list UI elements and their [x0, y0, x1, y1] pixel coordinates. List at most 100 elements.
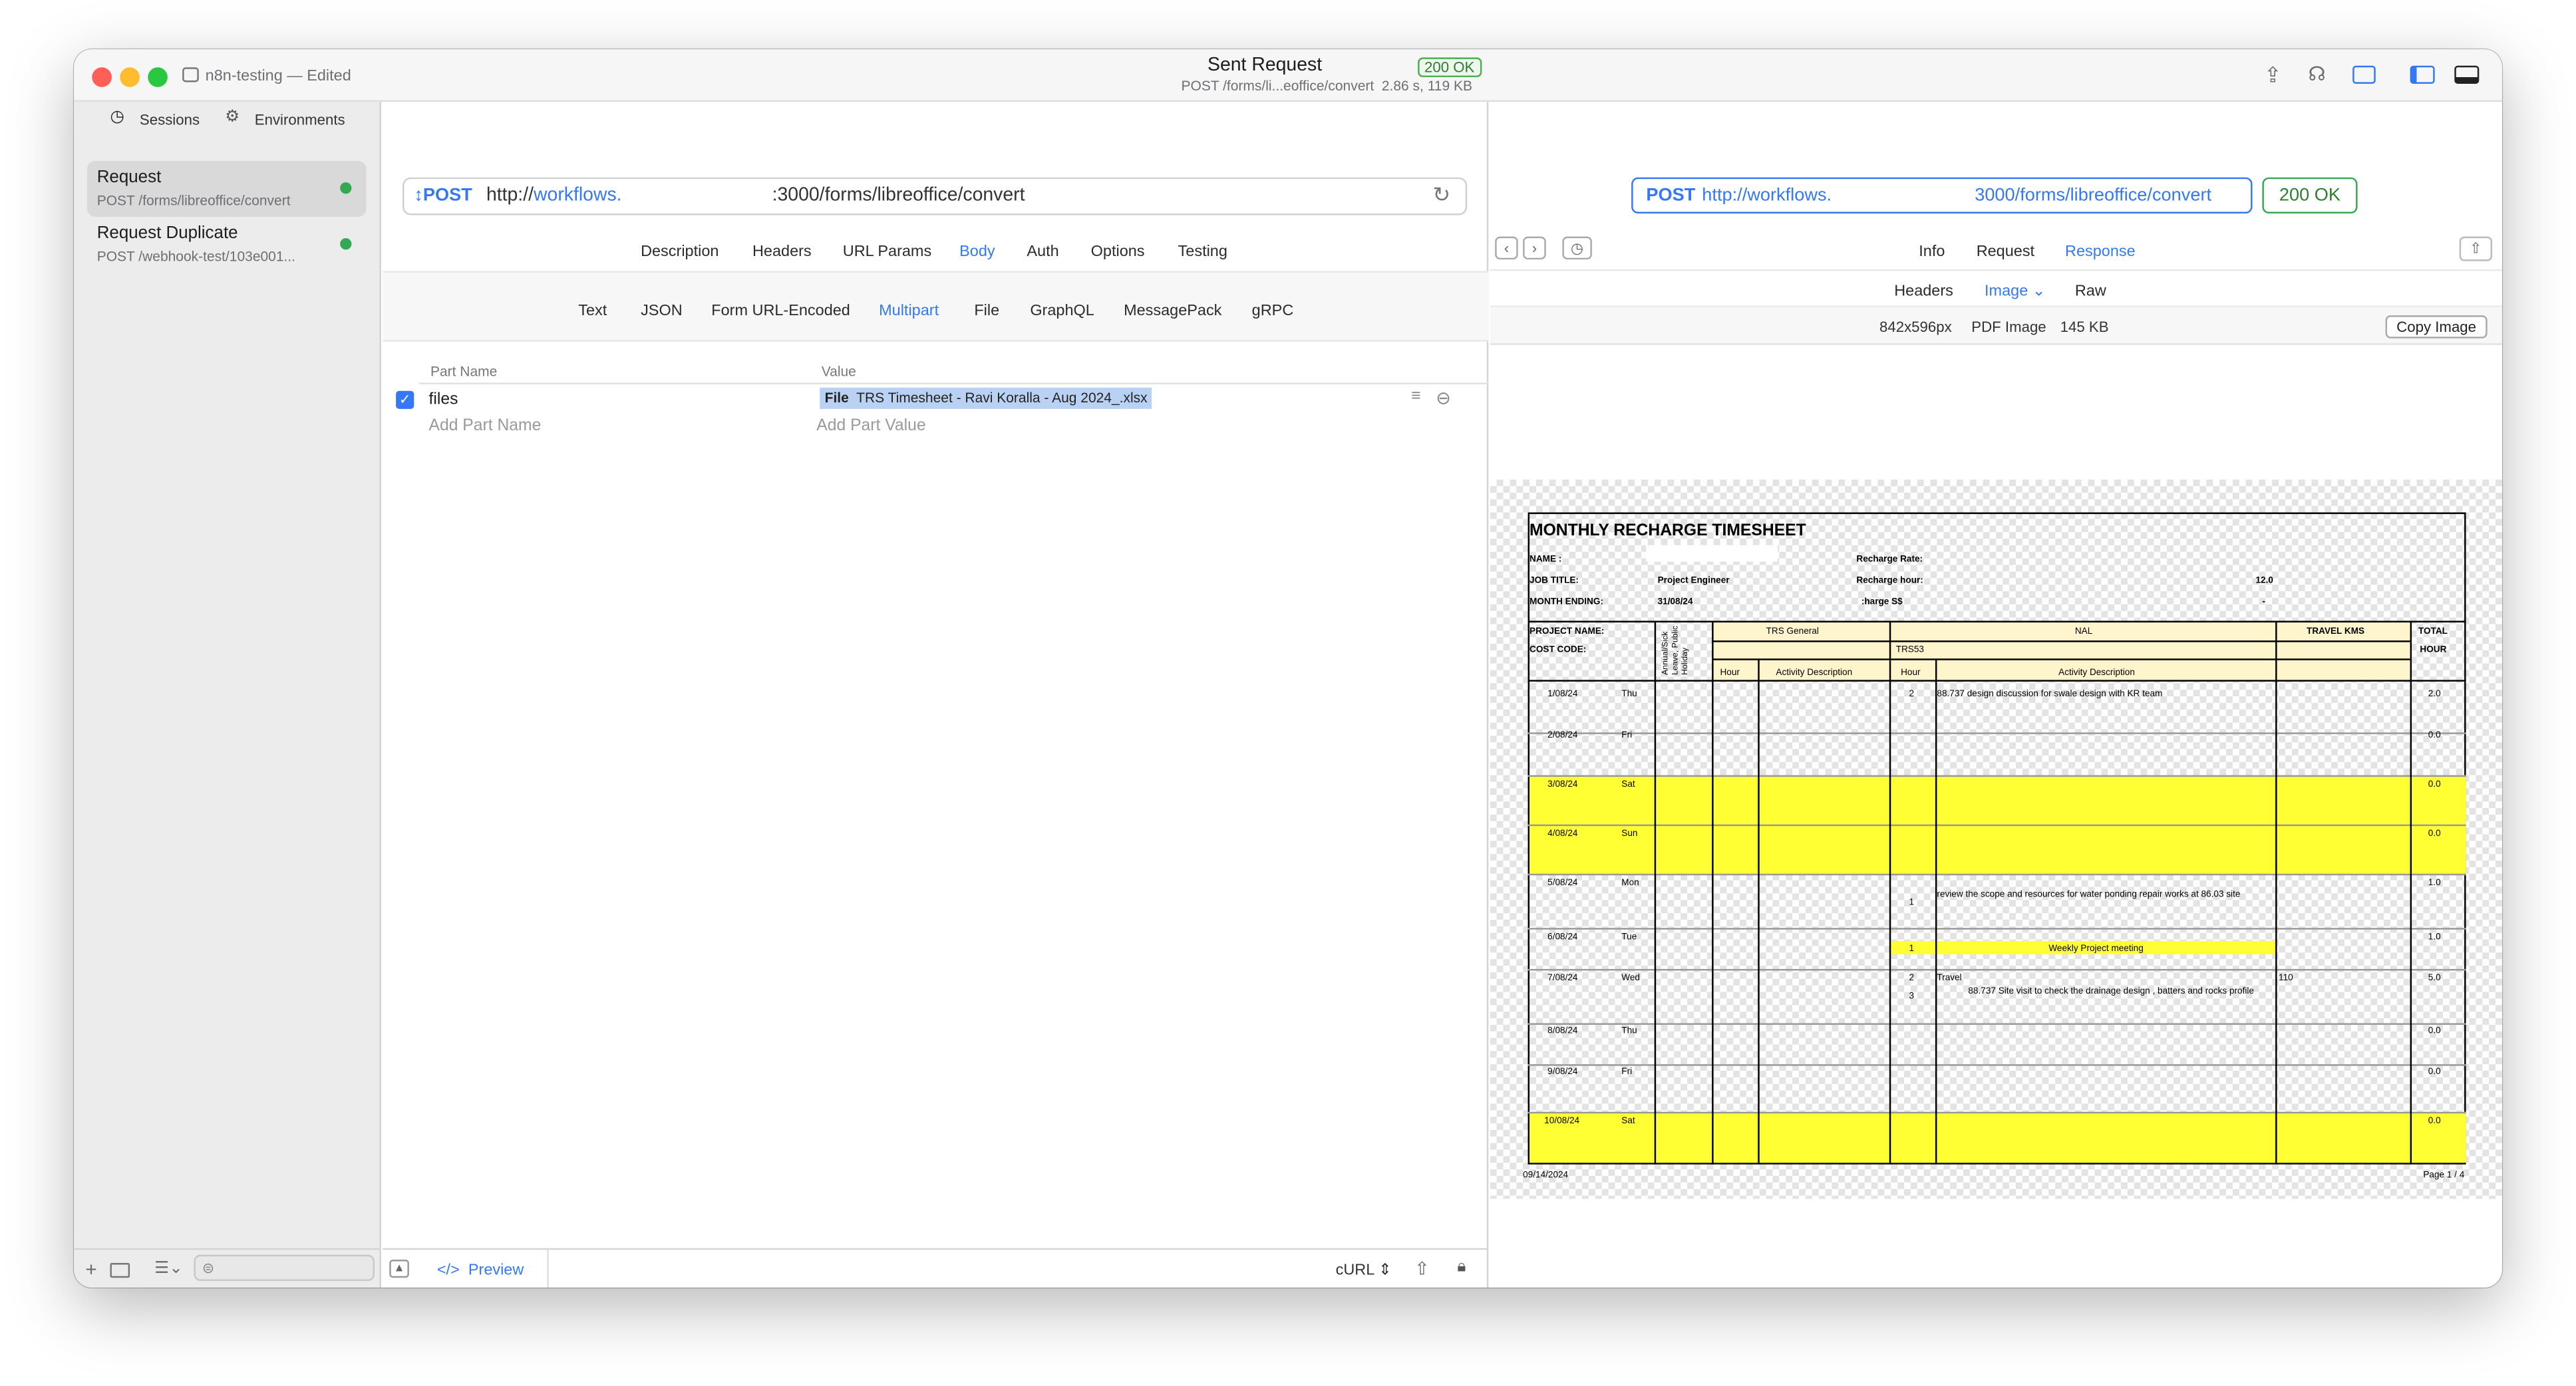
- table-row: ✓ files File TRS Timesheet - Ravi Korall…: [383, 386, 1488, 415]
- body-type-multipart[interactable]: Multipart: [879, 302, 939, 320]
- row-hours: 1: [1909, 898, 1915, 908]
- label-job-title: JOB TITLE:: [1530, 576, 1579, 587]
- status-dot: [340, 182, 352, 194]
- sent-request-title: Sent Request: [1208, 55, 1323, 76]
- response-url-bar: POST http://workflows. 3000/forms/libreo…: [1631, 177, 2253, 214]
- footer-date: 09/14/2024: [1523, 1171, 1569, 1181]
- app-window: n8n-testing — Edited Sent Request 200 OK…: [74, 49, 2502, 1288]
- label-recharge-hour: Recharge hour:: [1856, 576, 1923, 587]
- column-header-value: Value: [821, 362, 856, 380]
- row-hours: 2: [1909, 974, 1915, 984]
- label-month-ending: MONTH ENDING:: [1530, 597, 1603, 608]
- label-recharge-rate: Recharge Rate:: [1856, 555, 1923, 565]
- tab-options[interactable]: Options: [1091, 243, 1145, 261]
- part-value-file[interactable]: File TRS Timesheet - Ravi Koralla - Aug …: [820, 387, 1153, 409]
- row-day: Sat: [1621, 1117, 1635, 1127]
- chevron-down-icon: ⌄: [2028, 282, 2046, 301]
- url-text[interactable]: http://workflows.: [486, 186, 622, 206]
- col-activity-nal: Activity Description: [2058, 668, 2135, 678]
- nal-label: NAL: [2074, 627, 2093, 638]
- body-type-json[interactable]: JSON: [641, 302, 683, 320]
- collapse-icon[interactable]: ▲: [389, 1260, 409, 1278]
- tab-sessions[interactable]: Sessions: [140, 112, 200, 128]
- filter-input[interactable]: ⊜: [194, 1254, 375, 1282]
- add-icon[interactable]: +: [85, 1260, 96, 1280]
- request-summary: POST /forms/li...eoffice/convert 2.86 s,…: [1181, 77, 1473, 94]
- divider: [418, 382, 1489, 384]
- row-total: 0.0: [2428, 1117, 2441, 1127]
- job-title-value: Project Engineer: [1657, 576, 1730, 587]
- url-path[interactable]: :3000/forms/libreoffice/convert: [772, 186, 1025, 206]
- edit-lines-icon[interactable]: ≡: [1411, 388, 1420, 406]
- zoom-window-button[interactable]: [148, 67, 168, 87]
- subtab-raw[interactable]: Raw: [2075, 283, 2106, 301]
- method-label: POST: [422, 186, 472, 206]
- body-type-grpc[interactable]: gRPC: [1252, 302, 1294, 320]
- tab-info[interactable]: Info: [1919, 243, 1945, 261]
- sidebar-item-request[interactable]: Request POST /forms/libreoffice/convert: [86, 161, 367, 217]
- row-total: 0.0: [2428, 730, 2441, 741]
- comment-icon[interactable]: ☊: [2309, 64, 2326, 84]
- refresh-icon[interactable]: ↻: [1432, 182, 1450, 209]
- remove-row-icon[interactable]: ⊖: [1436, 388, 1451, 409]
- tab-body[interactable]: Body: [959, 243, 995, 261]
- filter-icon: ⊜: [202, 1260, 215, 1276]
- add-part-value-input[interactable]: Add Part Value: [816, 417, 925, 435]
- share-icon[interactable]: ⇧: [2459, 236, 2493, 261]
- lock-icon[interactable]: 🔒︎: [1457, 1258, 1466, 1276]
- sidebar-item-path: POST /forms/libreoffice/convert: [96, 192, 291, 209]
- grid-line: [1712, 640, 2410, 642]
- tab-testing[interactable]: Testing: [1178, 243, 1227, 261]
- tab-description[interactable]: Description: [641, 243, 719, 261]
- layout-icon[interactable]: [2352, 65, 2376, 84]
- part-name[interactable]: files: [429, 391, 458, 409]
- body-type-file[interactable]: File: [974, 302, 999, 320]
- subtab-image[interactable]: Image ⌄: [1985, 283, 2045, 301]
- tab-environments[interactable]: Environments: [255, 112, 345, 128]
- sort-icon[interactable]: ☰⌄: [154, 1260, 183, 1278]
- sidebar-toggle-icon[interactable]: [2410, 65, 2435, 84]
- close-window-button[interactable]: [92, 67, 112, 87]
- body-type-form-url-encoded[interactable]: Form URL-Encoded: [711, 302, 850, 320]
- tab-request[interactable]: Request: [1977, 243, 2034, 261]
- body-type-messagepack[interactable]: MessagePack: [1124, 302, 1221, 320]
- sidebar-item-label: Request: [96, 167, 162, 188]
- grid-line: [1528, 680, 2466, 682]
- row-activity: review the scope and resources for water…: [1937, 890, 2241, 901]
- col-hour-general: Hour: [1720, 668, 1740, 678]
- status-badge: 200 OK: [1418, 57, 1482, 78]
- row-day: Tue: [1621, 932, 1637, 943]
- panel-toggle-icon[interactable]: [2454, 65, 2480, 84]
- preview-button[interactable]: </> Preview: [437, 1261, 524, 1279]
- back-icon[interactable]: ‹: [1495, 236, 1518, 260]
- subtab-headers[interactable]: Headers: [1894, 283, 1953, 301]
- col-activity-general: Activity Description: [1776, 668, 1853, 678]
- row-activity: 88.737 design discussion for swale desig…: [1937, 690, 2163, 700]
- trs-general-label: TRS General: [1766, 627, 1819, 638]
- grid-line: [1528, 824, 2466, 827]
- tab-url-params[interactable]: URL Params: [843, 243, 931, 261]
- response-panel: POST http://workflows. 3000/forms/libreo…: [1490, 102, 2502, 1288]
- history-icon[interactable]: ◷: [1562, 236, 1592, 260]
- url-bar[interactable]: ↕POST http://workflows. :3000/forms/libr…: [402, 177, 1468, 215]
- forward-icon[interactable]: ›: [1523, 236, 1546, 260]
- new-folder-icon[interactable]: [110, 1262, 130, 1278]
- body-type-text[interactable]: Text: [578, 302, 607, 320]
- tab-auth[interactable]: Auth: [1027, 243, 1058, 261]
- minimize-window-button[interactable]: [120, 67, 140, 87]
- tab-response[interactable]: Response: [2065, 243, 2136, 261]
- add-part-name-input[interactable]: Add Part Name: [429, 417, 542, 435]
- sidebar-item-request-duplicate[interactable]: Request Duplicate POST /webhook-test/103…: [87, 217, 367, 273]
- body-type-graphql[interactable]: GraphQL: [1030, 302, 1094, 320]
- share-icon[interactable]: ⇧: [1414, 1258, 1430, 1280]
- method-selector[interactable]: ↕POST: [414, 186, 472, 206]
- month-ending-value: 31/08/24: [1657, 597, 1693, 608]
- copy-image-button[interactable]: Copy Image: [2385, 315, 2488, 339]
- request-editor: ↕POST http://workflows. :3000/forms/libr…: [383, 102, 1489, 1288]
- row-enabled-checkbox[interactable]: ✓: [396, 390, 414, 409]
- tab-headers[interactable]: Headers: [752, 243, 812, 261]
- export-icon[interactable]: ⇪: [2264, 64, 2282, 85]
- code-format-selector[interactable]: cURL ⇕: [1336, 1261, 1392, 1279]
- divider: [74, 1248, 381, 1250]
- divider: [1490, 269, 2502, 271]
